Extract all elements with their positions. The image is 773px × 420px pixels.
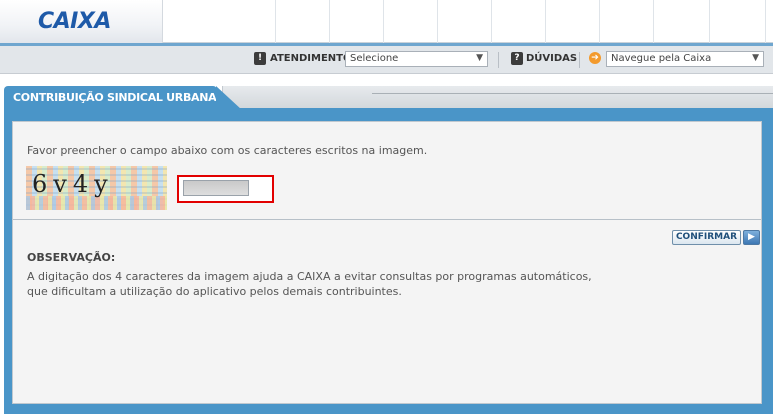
header-segment [220,0,276,43]
captcha-input[interactable] [183,180,249,196]
confirm-button[interactable]: CONFIRMAR [672,230,741,245]
captcha-instruction: Favor preencher o campo abaixo com os ca… [27,144,428,157]
header-segment [600,0,654,43]
header-segment [492,0,546,43]
duvidas-icon: ? [511,52,523,65]
nav-divider [579,52,580,68]
header-segment [654,0,710,43]
tab-strip-line [372,93,773,94]
header-segment [438,0,492,43]
tab-contribuicao-sindical-urbana[interactable]: CONTRIBUIÇÃO SINDICAL URBANA [4,86,217,110]
atendimento-select-value: Selecione [350,53,399,64]
caixa-logo[interactable]: CAIXA [0,0,163,43]
atendimento-select[interactable]: Selecione ▼ [345,51,488,67]
captcha-characters: 6v4y [32,170,114,198]
duvidas-link[interactable]: DÚVIDAS [526,53,577,64]
arrow-right-icon: ➔ [589,52,601,64]
captcha-image: 6v4y [26,166,167,210]
captcha-noise [26,196,167,210]
header-segment [330,0,384,43]
header-segment [710,0,766,43]
chevron-down-icon: ▼ [752,53,759,63]
nav-divider [498,52,499,68]
observation-line: A digitação dos 4 caracteres da imagem a… [27,270,592,283]
observation-title: OBSERVAÇÃO: [27,251,116,264]
atendimento-icon: ! [254,52,266,65]
tab-strip-background [222,86,773,108]
atendimento-label: ATENDIMENTO [270,53,352,64]
content-panel [12,121,762,404]
confirm-arrow-button[interactable]: ▶ [743,230,760,245]
navegue-select-value: Navegue pela Caixa [611,53,712,64]
navegue-select[interactable]: Navegue pela Caixa ▼ [606,51,764,67]
top-navbar: ! ATENDIMENTO Selecione ▼ ? DÚVIDAS ➔ Na… [0,46,773,74]
observation-text: A digitação dos 4 caracteres da imagem a… [27,269,647,299]
header-segment [276,0,330,43]
tab-label: CONTRIBUIÇÃO SINDICAL URBANA [13,91,217,104]
section-divider [13,219,761,220]
chevron-down-icon: ▼ [476,53,483,63]
header-segment [384,0,438,43]
tab-corner [216,86,242,110]
observation-line: que dificultam a utilização do aplicativ… [27,285,402,298]
caixa-logo-text: CAIXA [38,9,111,34]
header-segment [546,0,600,43]
